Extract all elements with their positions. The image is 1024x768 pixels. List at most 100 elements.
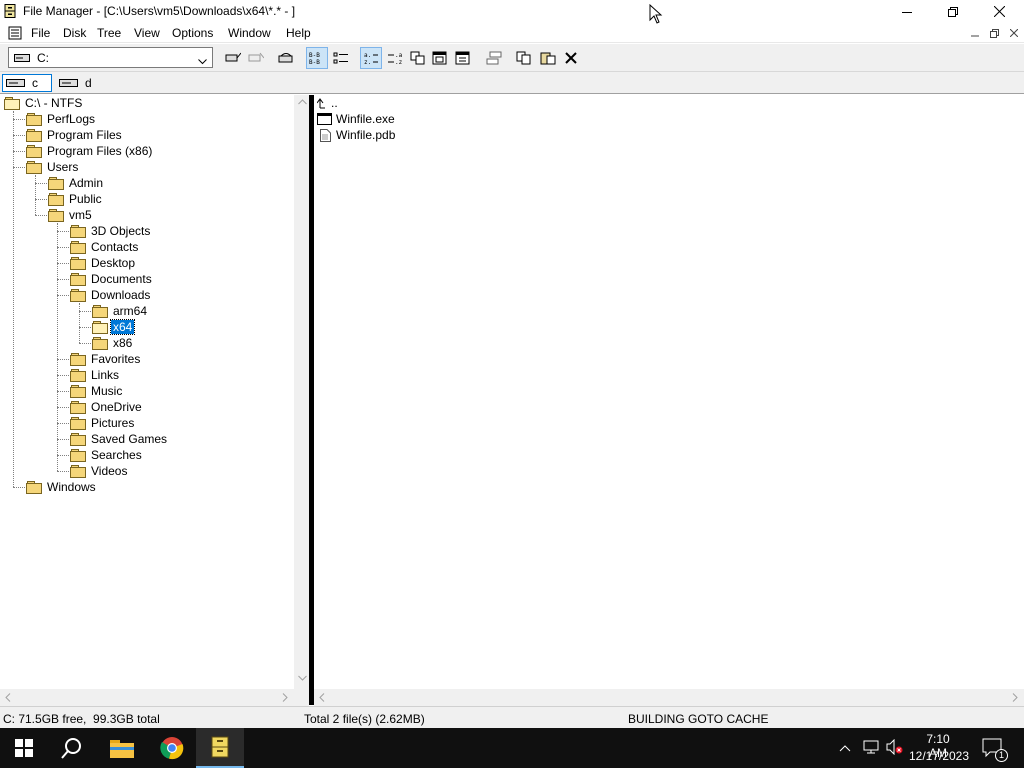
mdi-minimize-icon[interactable] [967, 27, 983, 39]
tree-node-arm64[interactable]: arm64 [92, 303, 149, 319]
drive-bar: c d [0, 72, 1024, 94]
tree-node-vm5[interactable]: vm5 [48, 207, 94, 223]
tree-node-program-files[interactable]: Program Files [26, 127, 124, 143]
svg-text:.a: .a [395, 52, 403, 59]
title-bar[interactable]: File Manager - [C:\Users\vm5\Downloads\x… [0, 0, 1024, 23]
tree-node-onedrive[interactable]: OneDrive [70, 399, 144, 415]
copy-button[interactable] [513, 47, 535, 69]
tree-node-x64[interactable]: x64 [92, 319, 136, 335]
file-item-up-label: .. [331, 96, 338, 110]
file-item-winfile-exe[interactable]: Winfile.exe [317, 111, 395, 127]
system-menu-icon[interactable] [8, 26, 22, 43]
tree-node-saved-games[interactable]: Saved Games [70, 431, 169, 447]
menu-tree[interactable]: Tree [97, 26, 121, 40]
mdi-restore-icon[interactable] [986, 27, 1002, 39]
file-horizontal-scrollbar[interactable] [314, 689, 1024, 706]
minimize-button[interactable] [884, 0, 930, 23]
sort-by-type-button[interactable]: .a .z [384, 47, 406, 69]
file-item-up[interactable]: .. [317, 95, 338, 111]
scroll-left-icon[interactable] [5, 693, 11, 702]
drive-c-label: c [32, 76, 38, 90]
file-item-winfile-pdb[interactable]: Winfile.pdb [317, 127, 395, 143]
network-icon[interactable] [863, 739, 879, 758]
connect-network-drive-button[interactable] [222, 47, 244, 69]
tree-node-pictures[interactable]: Pictures [70, 415, 136, 431]
tree-node-users[interactable]: Users [26, 159, 80, 175]
tree-node-searches[interactable]: Searches [70, 447, 144, 463]
tree-node-admin[interactable]: Admin [48, 175, 105, 191]
tree-node-contacts[interactable]: Contacts [70, 239, 140, 255]
start-button[interactable] [0, 728, 48, 768]
menu-options[interactable]: Options [172, 26, 213, 40]
copy-path-button[interactable] [407, 47, 429, 69]
disconnect-network-drive-button[interactable] [245, 47, 267, 69]
restore-button[interactable] [930, 0, 976, 23]
folder-open-icon [4, 97, 20, 110]
taskbar-chrome[interactable] [148, 728, 196, 768]
tree-and-directory-button[interactable]: B-B B-B [306, 47, 328, 69]
folder-icon [26, 129, 42, 142]
tree-node-desktop[interactable]: Desktop [70, 255, 137, 271]
folder-icon [70, 417, 86, 430]
tree-node-3d-objects[interactable]: 3D Objects [70, 223, 152, 239]
delete-icon [565, 52, 577, 64]
sort-by-name-button[interactable]: a. z. [360, 47, 382, 69]
tree-node-program-files-x86[interactable]: Program Files (x86) [26, 143, 154, 159]
file-cabinet-icon [211, 736, 229, 758]
menu-window[interactable]: Window [228, 26, 271, 40]
view-details-button[interactable] [330, 47, 352, 69]
file-item-name: Winfile.exe [336, 112, 395, 126]
folder-open-icon [92, 321, 108, 334]
paste-button[interactable] [537, 47, 559, 69]
drive-c[interactable]: c [2, 74, 52, 92]
tree-node-x86[interactable]: x86 [92, 335, 134, 351]
folder-icon [70, 225, 86, 238]
folder-icon [70, 449, 86, 462]
close-button[interactable] [976, 0, 1022, 23]
document-file-icon [320, 128, 331, 142]
delete-button[interactable] [560, 47, 582, 69]
tree-node-downloads[interactable]: Downloads [70, 287, 152, 303]
directory-tree[interactable]: C:\ - NTFS PerfLogs Program Files Progra… [0, 95, 294, 689]
clock-date[interactable]: 12/17/2023 [908, 749, 970, 763]
mdi-close-icon[interactable] [1006, 27, 1022, 39]
menu-file[interactable]: File [31, 26, 50, 40]
menu-view[interactable]: View [134, 26, 160, 40]
tree-node-links[interactable]: Links [70, 367, 121, 383]
file-list[interactable]: .. Winfile.exe Winfile.pdb [314, 95, 1024, 689]
tree-node-music[interactable]: Music [70, 383, 124, 399]
search-button[interactable] [48, 728, 96, 768]
volume-muted-icon[interactable] [886, 738, 904, 758]
tree-node-perflogs[interactable]: PerfLogs [26, 111, 97, 127]
tree-horizontal-scrollbar[interactable] [0, 689, 294, 706]
tree-node-documents[interactable]: Documents [70, 271, 154, 287]
scroll-down-icon[interactable] [298, 675, 307, 681]
file-cabinet-icon[interactable] [4, 4, 16, 21]
toolbar: C: B-B B-B a. z. .a .z [0, 44, 1024, 72]
menu-disk[interactable]: Disk [63, 26, 86, 40]
taskbar-file-explorer[interactable] [98, 728, 146, 768]
share-button[interactable] [275, 47, 297, 69]
drive-d[interactable]: d [56, 74, 96, 92]
tree-node-videos[interactable]: Videos [70, 463, 129, 479]
copy-icon [516, 51, 531, 65]
close-icon [993, 6, 1005, 17]
taskbar-file-manager[interactable] [196, 728, 244, 768]
folder-icon [26, 113, 42, 126]
tree-node-windows[interactable]: Windows [26, 479, 98, 495]
tree-node-favorites[interactable]: Favorites [70, 351, 142, 367]
drive-icon [14, 52, 30, 66]
tree-node-root[interactable]: C:\ - NTFS [4, 95, 84, 111]
tile-button[interactable] [483, 47, 505, 69]
connect-network-drive-icon [225, 52, 241, 62]
scroll-right-icon[interactable] [1012, 693, 1018, 702]
scroll-right-icon[interactable] [282, 693, 288, 702]
scroll-left-icon[interactable] [319, 693, 325, 702]
new-window-button[interactable] [429, 47, 451, 69]
show-hidden-icons-icon[interactable] [839, 741, 851, 755]
drive-select[interactable]: C: [8, 47, 213, 68]
tree-node-public[interactable]: Public [48, 191, 104, 207]
scroll-up-icon[interactable] [298, 99, 307, 105]
menu-help[interactable]: Help [286, 26, 311, 40]
properties-button[interactable] [452, 47, 474, 69]
